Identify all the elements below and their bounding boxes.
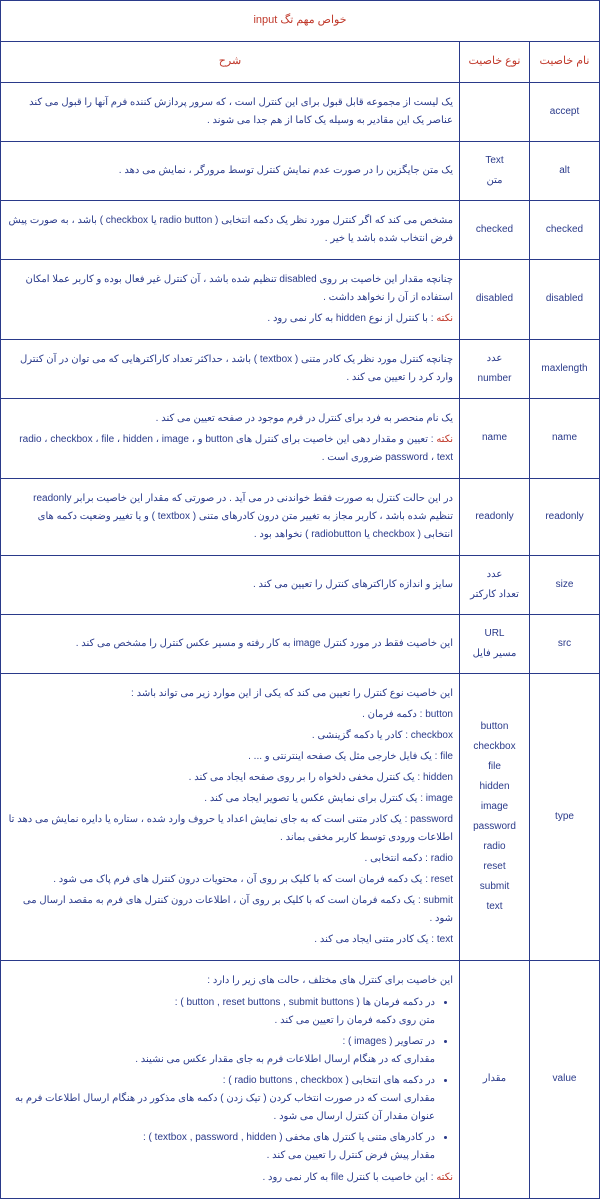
attr-name: accept xyxy=(530,82,600,141)
table-row: value مقدار این خاصیت برای کنترل های مختلف… xyxy=(1,960,600,1198)
table-row: disabled disabled چنانچه مقدار این خاصیت ب… xyxy=(1,259,600,339)
input-attributes-table: خواص مهم تگ input نام خاصیت نوع خاصیت شر… xyxy=(0,0,600,1199)
table-row: accept یک لیست از مجموعه قابل قبول برای ا… xyxy=(1,82,600,141)
attr-desc: چنانچه مقدار این خاصیت بر روی disabled ت… xyxy=(1,259,460,339)
attr-desc: سایز و اندازه کاراکترهای کنترل را تعیین … xyxy=(1,555,460,614)
attr-desc: مشخص می کند که اگر کنترل مورد نظر یک دکم… xyxy=(1,200,460,259)
table-row: type button checkbox file hidden image passwor… xyxy=(1,673,600,960)
attr-type: URL مسیر فایل xyxy=(460,614,530,673)
attr-type: عدد تعداد کارکتر xyxy=(460,555,530,614)
attr-type-item: مسیر فایل xyxy=(466,645,523,663)
attr-type-item: عدد xyxy=(466,566,523,584)
attr-name: size xyxy=(530,555,600,614)
attr-desc: در این حالت کنترل به صورت فقط خواندنی در… xyxy=(1,478,460,555)
attr-type xyxy=(460,82,530,141)
attr-type-item: password xyxy=(466,818,523,836)
attr-type: checked xyxy=(460,200,530,259)
attr-name: alt xyxy=(530,141,600,200)
attr-desc: این خاصیت نوع کنترل را تعیین می کند که ی… xyxy=(1,673,460,960)
attr-type: مقدار xyxy=(460,960,530,1198)
attr-type-item: file xyxy=(466,758,523,776)
attr-type-item: radio xyxy=(466,838,523,856)
attr-type-item: name xyxy=(466,429,523,447)
attr-type-item: URL xyxy=(466,625,523,643)
attr-desc: این خاصیت فقط در مورد کنترل image به کار… xyxy=(1,614,460,673)
table-row: alt Text متن یک متن جایگزین را در صورت عدم … xyxy=(1,141,600,200)
attr-type-item: مقدار xyxy=(466,1070,523,1088)
attr-type: disabled xyxy=(460,259,530,339)
table-row: size عدد تعداد کارکتر سایز و اندازه کاراکتر… xyxy=(1,555,600,614)
attr-type-item: button xyxy=(466,718,523,736)
attr-desc: چنانچه کنترل مورد نظر یک کادر متنی ( tex… xyxy=(1,339,460,398)
attr-type-item: تعداد کارکتر xyxy=(466,586,523,604)
attr-type-item: متن xyxy=(466,172,523,190)
attr-type: name xyxy=(460,398,530,478)
attr-type-item: reset xyxy=(466,858,523,876)
table-row: maxlength عدد number چنانچه کنترل مورد نظر … xyxy=(1,339,600,398)
table-row: readonly readonly در این حالت کنترل به صور… xyxy=(1,478,600,555)
attr-type-item: number xyxy=(466,370,523,388)
attr-name: checked xyxy=(530,200,600,259)
attr-type-item: image xyxy=(466,798,523,816)
table-title: خواص مهم تگ input xyxy=(1,1,600,42)
attr-type-item: عدد xyxy=(466,350,523,368)
attr-name: readonly xyxy=(530,478,600,555)
attr-name: disabled xyxy=(530,259,600,339)
attr-type-item: checked xyxy=(466,221,523,239)
table-row: src URL مسیر فایل این خاصیت فقط در مورد کنت… xyxy=(1,614,600,673)
table-row: name name یک نام منحصر به فرد برای کنترل د… xyxy=(1,398,600,478)
col-header-name: نام خاصیت xyxy=(530,41,600,82)
attr-desc: یک متن جایگزین را در صورت عدم نمایش کنتر… xyxy=(1,141,460,200)
col-header-desc: شرح xyxy=(1,41,460,82)
attr-name: name xyxy=(530,398,600,478)
attr-name: value xyxy=(530,960,600,1198)
attr-desc: این خاصیت برای کنترل های مختلف ، حالت ها… xyxy=(1,960,460,1198)
attr-type-item: disabled xyxy=(466,290,523,308)
attr-type-item: submit xyxy=(466,878,523,896)
attr-type: Text متن xyxy=(460,141,530,200)
attr-name: src xyxy=(530,614,600,673)
attr-type: button checkbox file hidden image password rad… xyxy=(460,673,530,960)
attr-desc: یک لیست از مجموعه قابل قبول برای این کنت… xyxy=(1,82,460,141)
attr-type-item: text xyxy=(466,898,523,916)
col-header-type: نوع خاصیت xyxy=(460,41,530,82)
attr-type-item: hidden xyxy=(466,778,523,796)
attr-name: maxlength xyxy=(530,339,600,398)
attr-type: عدد number xyxy=(460,339,530,398)
attr-type-item: readonly xyxy=(466,508,523,526)
attr-type-item: Text xyxy=(466,152,523,170)
attr-name: type xyxy=(530,673,600,960)
attr-desc: یک نام منحصر به فرد برای کنترل در فرم مو… xyxy=(1,398,460,478)
attr-type-item: checkbox xyxy=(466,738,523,756)
table-row: checked checked مشخص می کند که اگر کنترل م… xyxy=(1,200,600,259)
attr-type: readonly xyxy=(460,478,530,555)
